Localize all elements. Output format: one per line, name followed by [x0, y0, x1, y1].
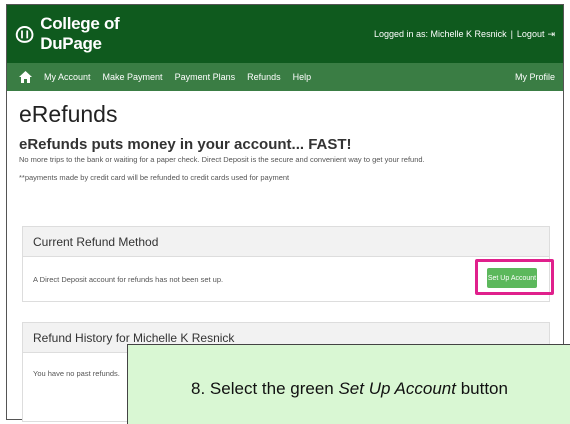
main-nav: My Account Make Payment Payment Plans Re… — [7, 63, 563, 91]
nav-help[interactable]: Help — [293, 72, 312, 82]
header-separator: | — [510, 29, 513, 39]
current-refund-body: A Direct Deposit account for refunds has… — [23, 257, 549, 301]
no-refunds-message: You have no past refunds. — [33, 368, 120, 378]
top-header: College of DuPage Logged in as: Michelle… — [7, 5, 563, 63]
nav-payment-plans[interactable]: Payment Plans — [175, 72, 236, 82]
instruction-callout: 8. Select the green Set Up Account butto… — [127, 344, 570, 424]
current-refund-heading: Current Refund Method — [23, 227, 549, 257]
nav-make-payment[interactable]: Make Payment — [103, 72, 163, 82]
home-icon[interactable] — [19, 71, 32, 83]
button-highlight-box — [475, 259, 554, 295]
college-logo-icon — [15, 26, 34, 43]
user-bar: Logged in as: Michelle K Resnick | Logou… — [167, 5, 563, 63]
credit-card-note: **payments made by credit card will be r… — [19, 173, 290, 182]
callout-suffix: button — [455, 379, 508, 398]
logo-text: College of DuPage — [40, 14, 120, 53]
main-content: eRefunds eRefunds puts money in your acc… — [19, 101, 559, 182]
nav-my-profile[interactable]: My Profile — [515, 72, 555, 82]
logout-label: Logout — [516, 29, 545, 39]
nav-refunds[interactable]: Refunds — [247, 72, 281, 82]
nav-my-account[interactable]: My Account — [44, 72, 91, 82]
callout-prefix: 8. Select the green — [191, 379, 339, 398]
logged-in-text: Logged in as: Michelle K Resnick — [374, 29, 507, 39]
no-deposit-message: A Direct Deposit account for refunds has… — [33, 274, 224, 284]
college-logo[interactable]: College of DuPage — [7, 5, 167, 63]
tagline: eRefunds puts money in your account... F… — [19, 136, 352, 153]
current-refund-panel: Current Refund Method A Direct Deposit a… — [22, 226, 550, 302]
logout-icon: ⇥ — [547, 28, 555, 39]
page-title: eRefunds — [19, 101, 118, 127]
description-text: No more trips to the bank or waiting for… — [19, 155, 425, 164]
logout-link[interactable]: Logout ⇥ — [517, 29, 555, 40]
callout-emphasis: Set Up Account — [338, 379, 456, 398]
